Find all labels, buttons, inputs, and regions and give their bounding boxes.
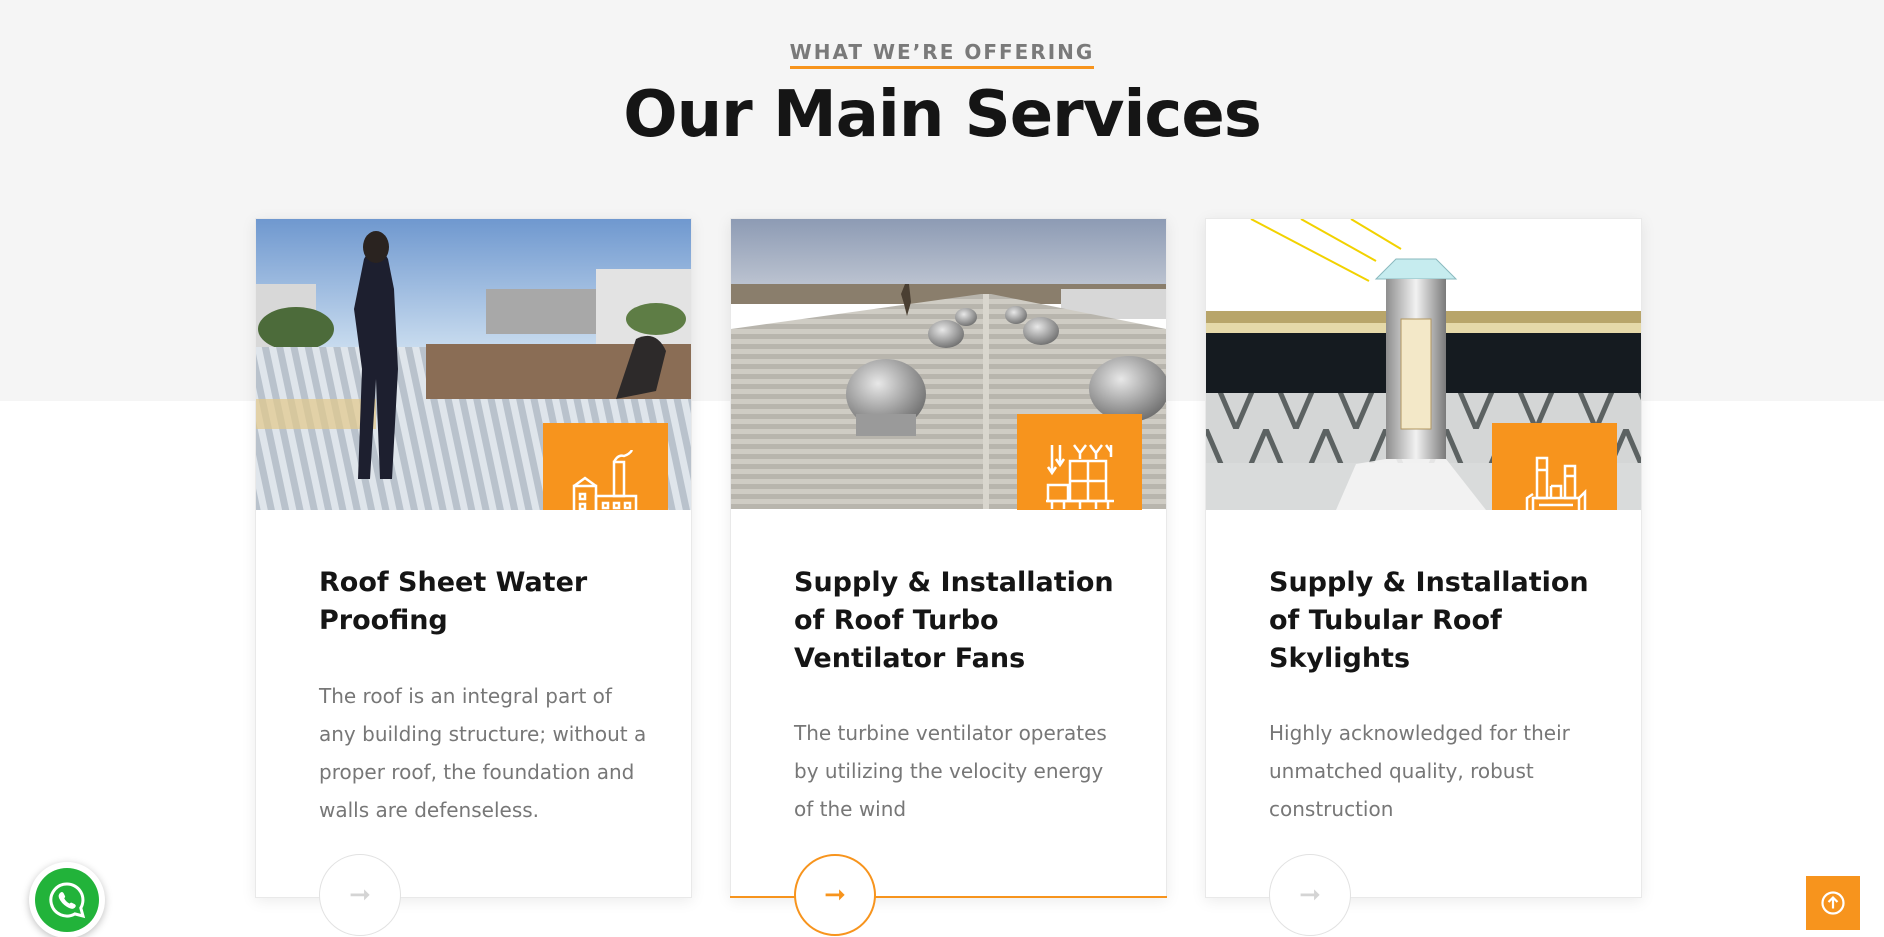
- arrow-right-icon: ➞: [824, 880, 846, 910]
- whatsapp-icon: [49, 882, 86, 919]
- service-title: Supply & Installation of Tubular Roof Sk…: [1269, 567, 1589, 674]
- service-title: Supply & Installation of Roof Turbo Vent…: [794, 567, 1114, 674]
- service-image-roof-waterproofing: [256, 219, 691, 510]
- service-description: The roof is an integral part of any buil…: [319, 684, 647, 822]
- service-description: Highly acknowledged for their unmatched …: [1269, 721, 1570, 821]
- back-to-top-button[interactable]: [1806, 876, 1860, 930]
- read-more-arrow-button[interactable]: ➞: [1269, 854, 1351, 936]
- factory-icon: [572, 449, 637, 510]
- service-description: The turbine ventilator operates by utili…: [794, 721, 1107, 821]
- service-card-turbo-ventilator: Supply & Installation of Roof Turbo Vent…: [730, 218, 1167, 936]
- arrow-right-icon: ➞: [1299, 880, 1321, 910]
- industrial-plant-icon: [1525, 456, 1586, 510]
- warehouse-ventilation-icon-badge: [1017, 414, 1142, 510]
- service-title: Roof Sheet Water Proofing: [319, 567, 588, 636]
- section-eyebrow: WHAT WE’RE OFFERING: [0, 40, 1884, 69]
- arrow-right-icon: ➞: [349, 880, 371, 910]
- factory-icon-badge: [543, 423, 668, 510]
- service-card-tubular-skylights: Supply & Installation of Tubular Roof Sk…: [1205, 218, 1642, 936]
- service-card-roof-waterproofing: Roof Sheet Water Proofing The roof is an…: [255, 218, 692, 936]
- whatsapp-button[interactable]: [29, 862, 105, 937]
- arrow-up-circle-icon: [1821, 891, 1845, 915]
- warehouse-ventilation-icon: [1045, 443, 1114, 509]
- industrial-plant-icon-badge: [1492, 423, 1617, 510]
- service-image-turbo-ventilator: [731, 219, 1166, 510]
- read-more-arrow-button[interactable]: ➞: [794, 854, 876, 936]
- section-title: Our Main Services: [623, 78, 1262, 152]
- read-more-arrow-button[interactable]: ➞: [319, 854, 401, 936]
- service-image-tubular-skylights: [1206, 219, 1641, 510]
